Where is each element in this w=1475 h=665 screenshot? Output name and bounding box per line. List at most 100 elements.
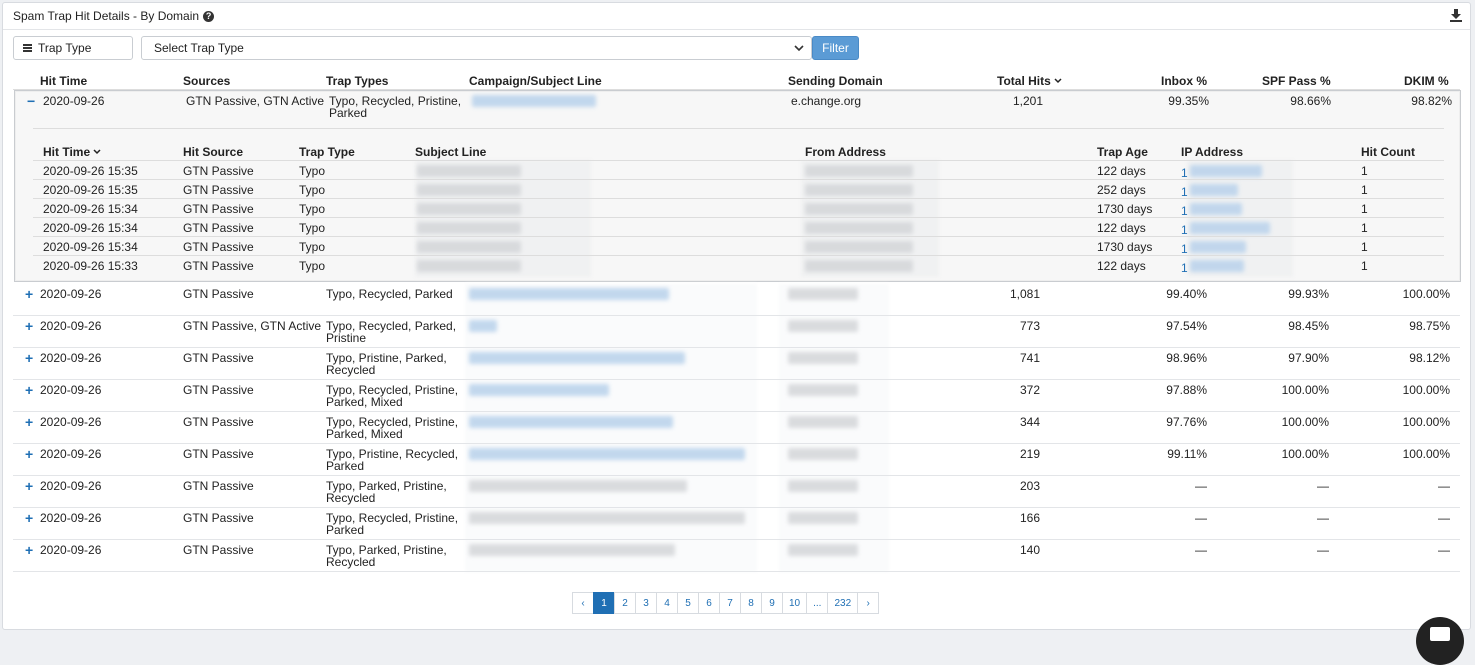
sub-header-trap-type[interactable]: Trap Type — [299, 145, 355, 159]
page-button-7[interactable]: 7 — [719, 592, 741, 614]
page-button-8[interactable]: 8 — [740, 592, 762, 614]
sub-hit-time: 2020-09-26 15:35 — [43, 183, 138, 197]
campaign-link[interactable] — [469, 320, 497, 334]
ip-link[interactable]: 1 — [1181, 260, 1244, 274]
page-button-last[interactable]: 232 — [827, 592, 859, 614]
sub-header-from[interactable]: From Address — [805, 145, 886, 159]
sub-trap-type: Typo — [299, 259, 326, 273]
expand-toggle[interactable]: + — [25, 351, 33, 365]
ip-link[interactable]: 1 — [1181, 203, 1242, 217]
collapse-toggle[interactable]: − — [27, 94, 35, 108]
header-total-hits-label: Total Hits — [997, 74, 1051, 88]
spf-pct: 98.66% — [1290, 94, 1331, 108]
total-hits: 372 — [1019, 383, 1040, 397]
help-icon[interactable]: ? — [203, 10, 215, 22]
table-row[interactable]: + 2020-09-26 GTN Passive Typo, Parked, P… — [13, 540, 1460, 572]
page-next-button[interactable]: › — [857, 592, 880, 614]
table-row[interactable]: + 2020-09-26 GTN Passive Typo, Recycled,… — [13, 284, 1460, 316]
chat-widget-button[interactable] — [1416, 617, 1464, 665]
redacted-ip — [1189, 222, 1270, 234]
sub-header-subject[interactable]: Subject Line — [415, 145, 486, 159]
page-button-9[interactable]: 9 — [761, 592, 783, 614]
inbox-pct: — — [1195, 543, 1207, 557]
sending-domain — [788, 480, 858, 494]
sub-header-hit-source[interactable]: Hit Source — [183, 145, 243, 159]
page-button-2[interactable]: 2 — [614, 592, 636, 614]
filter-button[interactable]: Filter — [812, 36, 859, 60]
redacted-subject — [417, 222, 521, 236]
campaign-link[interactable] — [469, 288, 669, 302]
header-spf[interactable]: SPF Pass % — [1262, 74, 1331, 88]
expand-toggle[interactable]: + — [25, 479, 33, 493]
ip-link[interactable]: 1 — [1181, 165, 1262, 179]
spf-pct: 100.00% — [1281, 447, 1329, 461]
header-sending-domain[interactable]: Sending Domain — [788, 74, 883, 88]
page-button-1[interactable]: 1 — [593, 592, 615, 614]
header-total-hits[interactable]: Total Hits — [997, 74, 1062, 88]
ip-link[interactable]: 1 — [1181, 222, 1270, 236]
campaign-link[interactable] — [469, 352, 685, 366]
sub-trap-type: Typo — [299, 202, 326, 216]
page-prev-button[interactable]: ‹ — [572, 592, 594, 614]
ip-link[interactable]: 1 — [1181, 241, 1246, 255]
table-row[interactable]: + 2020-09-26 GTN Passive Typo, Parked, P… — [13, 476, 1460, 508]
trap-type-dropdown-button[interactable]: Trap Type — [13, 36, 133, 60]
sub-header-ip[interactable]: IP Address — [1181, 145, 1243, 159]
page-button-6[interactable]: 6 — [698, 592, 720, 614]
table-row[interactable]: + 2020-09-26 GTN Passive, GTN Active Typ… — [13, 316, 1460, 348]
expand-toggle[interactable]: + — [25, 511, 33, 525]
sub-table-row: 2020-09-26 15:34 GTN Passive Typo 122 da… — [33, 217, 1444, 236]
dkim-pct: — — [1438, 543, 1450, 557]
redacted-subject — [469, 352, 685, 364]
sub-table-row: 2020-09-26 15:34 GTN Passive Typo 1730 d… — [33, 198, 1444, 217]
redacted-ip — [1189, 260, 1244, 272]
table-row[interactable]: + 2020-09-26 GTN Passive Typo, Recycled,… — [13, 508, 1460, 540]
page-button-10[interactable]: 10 — [782, 592, 808, 614]
page-button-5[interactable]: 5 — [677, 592, 699, 614]
page-ellipsis[interactable]: ... — [806, 592, 829, 614]
campaign-link[interactable] — [472, 95, 596, 109]
sub-header-hit-time[interactable]: Hit Time — [43, 145, 101, 159]
header-trap-types[interactable]: Trap Types — [326, 74, 388, 88]
dkim-pct: 100.00% — [1402, 447, 1450, 461]
campaign-link[interactable] — [469, 416, 673, 430]
header-dkim[interactable]: DKIM % — [1404, 74, 1449, 88]
redacted-subject — [472, 95, 596, 107]
download-icon[interactable] — [1450, 9, 1462, 25]
sub-header-hit-count[interactable]: Hit Count — [1361, 145, 1415, 159]
header-hit-time[interactable]: Hit Time — [40, 74, 87, 88]
header-sources[interactable]: Sources — [183, 74, 230, 88]
total-hits: 203 — [1019, 479, 1040, 493]
page-button-3[interactable]: 3 — [635, 592, 657, 614]
campaign-link[interactable] — [469, 448, 745, 462]
table-row[interactable]: + 2020-09-26 GTN Passive Typo, Recycled,… — [13, 412, 1460, 444]
header-campaign[interactable]: Campaign/Subject Line — [469, 74, 602, 88]
select-placeholder: Select Trap Type — [154, 41, 244, 55]
expand-toggle[interactable]: + — [25, 447, 33, 461]
header-inbox[interactable]: Inbox % — [1161, 74, 1207, 88]
spf-pct: 98.45% — [1288, 319, 1329, 333]
expand-toggle[interactable]: + — [25, 319, 33, 333]
expand-toggle[interactable]: + — [25, 543, 33, 557]
inbox-pct: 99.40% — [1166, 287, 1207, 301]
campaign-link[interactable] — [469, 384, 609, 398]
ip-link[interactable]: 1 — [1181, 184, 1238, 198]
table-row[interactable]: + 2020-09-26 GTN Passive Typo, Recycled,… — [13, 380, 1460, 412]
table-row[interactable]: + 2020-09-26 GTN Passive Typo, Pristine,… — [13, 444, 1460, 476]
page-button-4[interactable]: 4 — [656, 592, 678, 614]
trap-types-line-2: Parked — [329, 106, 368, 120]
expand-toggle[interactable]: + — [25, 383, 33, 397]
spf-pct: 100.00% — [1281, 415, 1329, 429]
expand-toggle[interactable]: + — [25, 287, 33, 301]
redacted-domain — [788, 480, 858, 492]
sub-header-trap-age[interactable]: Trap Age — [1097, 145, 1148, 159]
total-hits: 1,201 — [1012, 94, 1043, 108]
table-row[interactable]: + 2020-09-26 GTN Passive Typo, Pristine,… — [13, 348, 1460, 380]
sub-hit-source: GTN Passive — [183, 221, 254, 235]
trap-type-select[interactable]: Select Trap Type — [141, 36, 812, 60]
expand-toggle[interactable]: + — [25, 415, 33, 429]
sending-domain — [788, 352, 858, 366]
sub-trap-type: Typo — [299, 240, 326, 254]
trap-type-label: Trap Type — [38, 41, 92, 55]
total-hits: 219 — [1019, 447, 1040, 461]
